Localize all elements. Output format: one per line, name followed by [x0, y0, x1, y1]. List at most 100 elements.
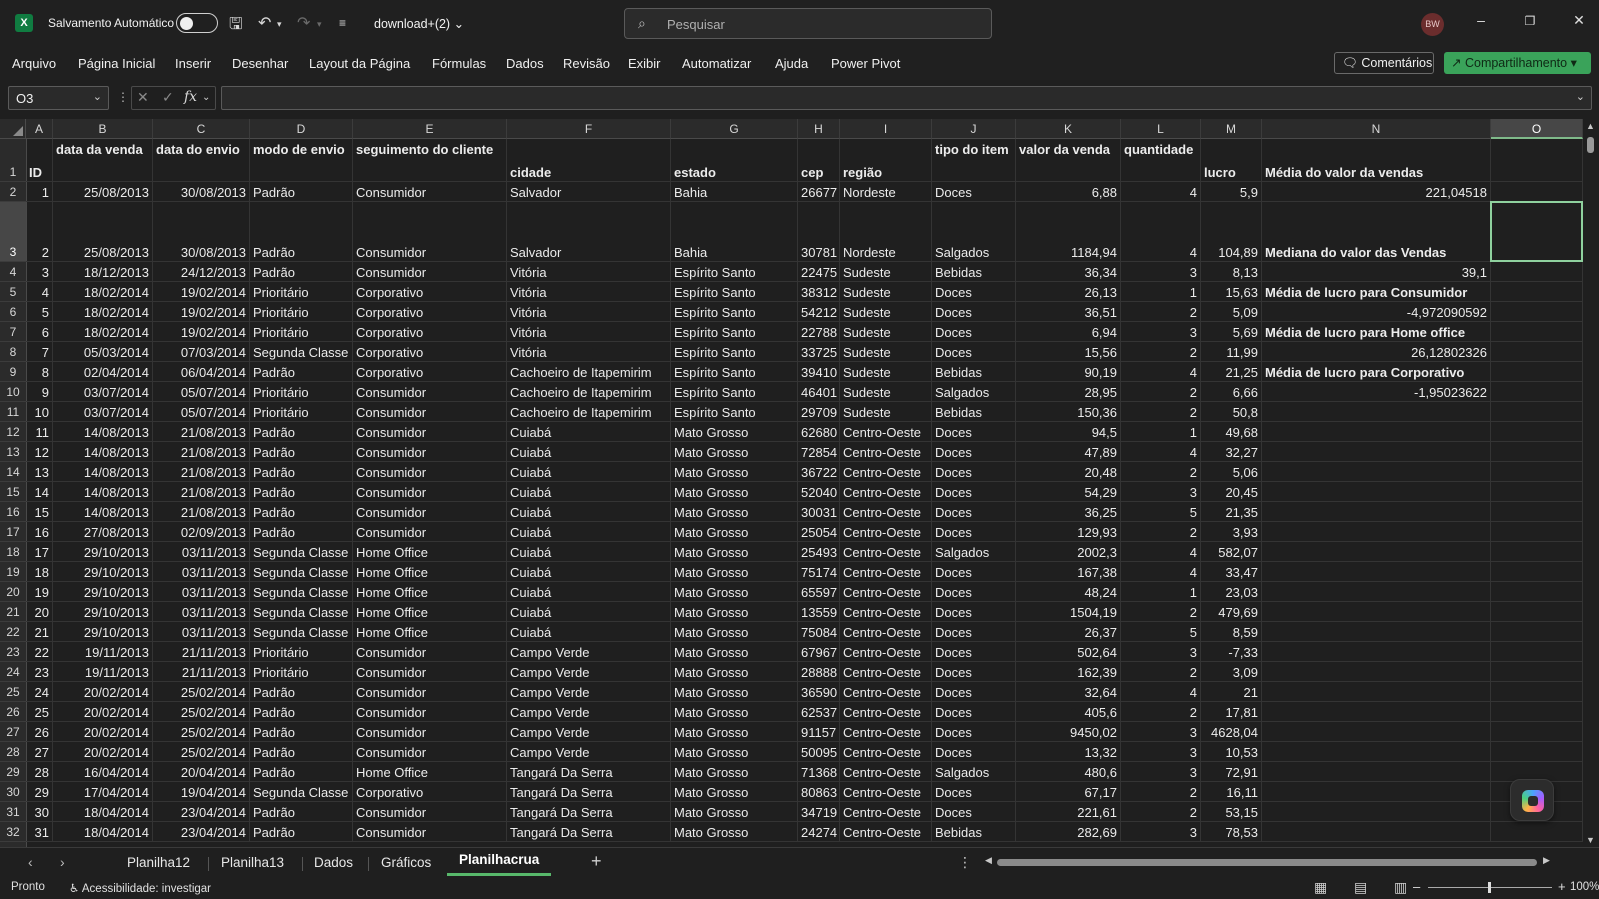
tab-planilha12[interactable]: Planilha12: [127, 855, 190, 870]
table-cell[interactable]: 30/08/2013: [153, 202, 250, 262]
table-cell[interactable]: Campo Verde: [507, 682, 671, 702]
table-cell[interactable]: Cuiabá: [507, 582, 671, 602]
menu-ajuda[interactable]: Ajuda: [775, 56, 808, 71]
table-cell[interactable]: 05/07/2014: [153, 382, 250, 402]
table-cell[interactable]: Mato Grosso: [671, 702, 798, 722]
table-cell[interactable]: 480,6: [1016, 762, 1121, 782]
column-header-n[interactable]: N: [1262, 119, 1491, 139]
table-cell[interactable]: Doces: [932, 422, 1016, 442]
table-cell[interactable]: 4: [26, 282, 53, 302]
table-cell[interactable]: 23,03: [1201, 582, 1262, 602]
cell[interactable]: [1491, 262, 1583, 282]
table-cell[interactable]: Home Office: [353, 602, 507, 622]
table-cell[interactable]: Padrão: [250, 502, 353, 522]
cell[interactable]: [1491, 182, 1583, 202]
cell[interactable]: [1262, 782, 1491, 802]
table-cell[interactable]: 21/08/2013: [153, 462, 250, 482]
table-cell[interactable]: 62680: [798, 422, 840, 442]
row-header[interactable]: 10: [0, 382, 27, 402]
table-cell[interactable]: Prioritário: [250, 402, 353, 422]
table-cell[interactable]: 36,25: [1016, 502, 1121, 522]
table-cell[interactable]: 30: [26, 802, 53, 822]
menu-dados[interactable]: Dados: [506, 56, 544, 71]
table-cell[interactable]: Espírito Santo: [671, 362, 798, 382]
table-cell[interactable]: 3: [1121, 482, 1201, 502]
cell[interactable]: [1262, 642, 1491, 662]
table-cell[interactable]: 5,69: [1201, 322, 1262, 342]
table-cell[interactable]: 19/02/2014: [153, 302, 250, 322]
table-cell[interactable]: Padrão: [250, 262, 353, 282]
menu-automatizar[interactable]: Automatizar: [682, 56, 751, 71]
cell[interactable]: [1491, 382, 1583, 402]
table-cell[interactable]: Prioritário: [250, 302, 353, 322]
cell[interactable]: [1491, 542, 1583, 562]
column-title[interactable]: modo de envio: [250, 139, 353, 182]
table-cell[interactable]: Centro-Oeste: [840, 642, 932, 662]
table-cell[interactable]: 5: [1121, 622, 1201, 642]
table-cell[interactable]: 36,34: [1016, 262, 1121, 282]
cell[interactable]: [1262, 742, 1491, 762]
cell[interactable]: [1491, 322, 1583, 342]
table-cell[interactable]: 20/04/2014: [153, 762, 250, 782]
scroll-thumb[interactable]: [1587, 137, 1594, 153]
table-cell[interactable]: 405,6: [1016, 702, 1121, 722]
table-cell[interactable]: 5,9: [1201, 182, 1262, 202]
table-cell[interactable]: 5: [1121, 502, 1201, 522]
table-cell[interactable]: Mato Grosso: [671, 562, 798, 582]
table-cell[interactable]: Segunda Classe: [250, 602, 353, 622]
table-cell[interactable]: 21/11/2013: [153, 642, 250, 662]
vertical-scrollbar[interactable]: ▲ ▼: [1583, 119, 1599, 847]
table-cell[interactable]: 11: [26, 422, 53, 442]
table-cell[interactable]: 8,59: [1201, 622, 1262, 642]
table-cell[interactable]: Doces: [932, 742, 1016, 762]
table-cell[interactable]: 282,69: [1016, 822, 1121, 842]
undo-icon[interactable]: ↶: [258, 13, 271, 33]
table-cell[interactable]: Espírito Santo: [671, 282, 798, 302]
table-cell[interactable]: Doces: [932, 802, 1016, 822]
table-cell[interactable]: 07/03/2014: [153, 342, 250, 362]
table-cell[interactable]: 21,35: [1201, 502, 1262, 522]
table-cell[interactable]: 1504,19: [1016, 602, 1121, 622]
tab-graficos[interactable]: Gráficos: [381, 855, 431, 870]
table-cell[interactable]: 6: [26, 322, 53, 342]
table-cell[interactable]: Doces: [932, 502, 1016, 522]
file-name[interactable]: download+(2) ⌄: [374, 16, 464, 31]
row-header[interactable]: 11: [0, 402, 27, 422]
table-cell[interactable]: 8,13: [1201, 262, 1262, 282]
column-title[interactable]: valor da venda: [1016, 139, 1121, 182]
summary-value[interactable]: -4,972090592: [1262, 302, 1491, 322]
table-cell[interactable]: Prioritário: [250, 382, 353, 402]
cell[interactable]: [1262, 802, 1491, 822]
table-cell[interactable]: Espírito Santo: [671, 382, 798, 402]
table-cell[interactable]: 19/11/2013: [53, 642, 153, 662]
table-cell[interactable]: 104,89: [1201, 202, 1262, 262]
table-cell[interactable]: 52040: [798, 482, 840, 502]
row-header[interactable]: 1: [0, 139, 27, 182]
table-cell[interactable]: Home Office: [353, 622, 507, 642]
table-cell[interactable]: Vitória: [507, 322, 671, 342]
table-cell[interactable]: Tangará Da Serra: [507, 782, 671, 802]
zoom-in-icon[interactable]: +: [1558, 879, 1566, 894]
table-cell[interactable]: Segunda Classe: [250, 542, 353, 562]
scroll-down-icon[interactable]: ▼: [1586, 835, 1595, 845]
column-title[interactable]: cep: [798, 139, 840, 182]
table-cell[interactable]: 19/04/2014: [153, 782, 250, 802]
table-cell[interactable]: Mato Grosso: [671, 622, 798, 642]
table-cell[interactable]: 02/04/2014: [53, 362, 153, 382]
scroll-right-icon[interactable]: ▶: [1543, 855, 1550, 866]
cell[interactable]: [1262, 662, 1491, 682]
table-cell[interactable]: 14/08/2013: [53, 462, 153, 482]
cell[interactable]: [1262, 602, 1491, 622]
row-header[interactable]: 30: [0, 782, 27, 802]
table-cell[interactable]: Centro-Oeste: [840, 542, 932, 562]
table-cell[interactable]: 26,13: [1016, 282, 1121, 302]
table-cell[interactable]: Doces: [932, 682, 1016, 702]
summary-label[interactable]: Mediana do valor das Vendas: [1262, 202, 1491, 262]
table-cell[interactable]: Consumidor: [353, 202, 507, 262]
table-cell[interactable]: Centro-Oeste: [840, 562, 932, 582]
summary-label[interactable]: Média do valor da vendas: [1262, 139, 1491, 182]
table-cell[interactable]: Consumidor: [353, 742, 507, 762]
table-cell[interactable]: 02/09/2013: [153, 522, 250, 542]
table-cell[interactable]: 32,27: [1201, 442, 1262, 462]
table-cell[interactable]: 20,45: [1201, 482, 1262, 502]
